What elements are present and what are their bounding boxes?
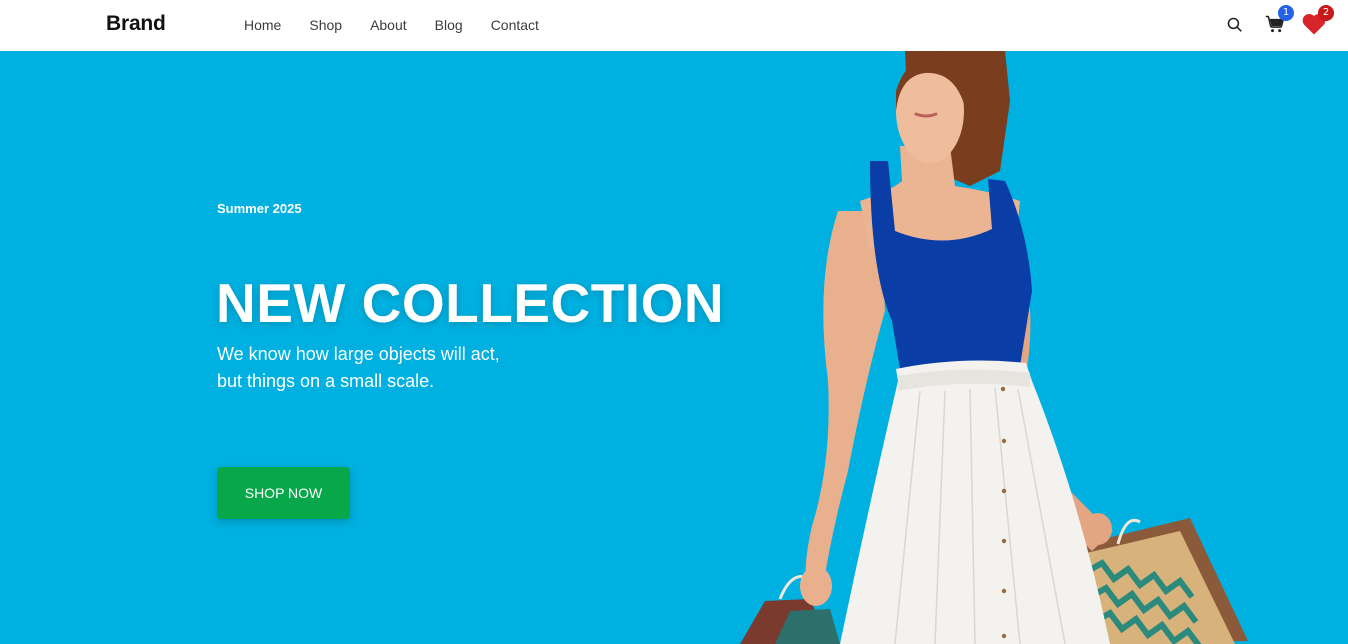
- brand-logo[interactable]: Brand: [106, 12, 166, 36]
- season-label: Summer 2025: [217, 201, 302, 216]
- nav-home[interactable]: Home: [244, 17, 281, 33]
- hero-subtitle-line-1: We know how large objects will act,: [217, 344, 500, 364]
- header-actions: 1 2: [1206, 5, 1334, 36]
- hero-subtitle: We know how large objects will act, but …: [217, 341, 500, 395]
- hero-banner: Summer 2025 NEW COLLECTION We know how l…: [0, 51, 1348, 644]
- hero-title: NEW COLLECTION: [216, 272, 725, 334]
- hero-subtitle-line-2: but things on a small scale.: [217, 371, 435, 391]
- cart-button[interactable]: 1: [1262, 5, 1294, 36]
- cart-count-badge: 1: [1278, 5, 1294, 21]
- search-icon: [1227, 17, 1242, 32]
- nav-contact[interactable]: Contact: [491, 17, 539, 33]
- site-header: Brand Home Shop About Blog Contact 1 2: [0, 0, 1348, 51]
- wishlist-count-badge: 2: [1318, 5, 1334, 21]
- hero-model-image: [740, 51, 1248, 644]
- nav-about[interactable]: About: [370, 17, 407, 33]
- shop-now-button[interactable]: SHOP NOW: [217, 467, 350, 519]
- nav-shop[interactable]: Shop: [309, 17, 342, 33]
- nav-blog[interactable]: Blog: [435, 17, 463, 33]
- main-nav: Home Shop About Blog Contact: [244, 17, 539, 33]
- search-button[interactable]: [1222, 12, 1246, 36]
- wishlist-button[interactable]: 2: [1302, 5, 1334, 36]
